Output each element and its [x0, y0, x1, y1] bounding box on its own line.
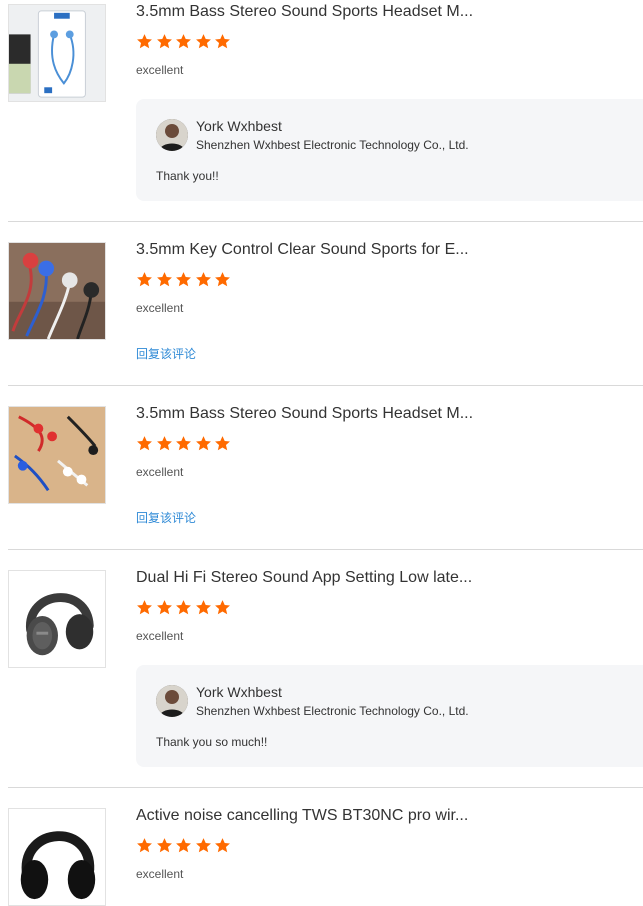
star-icon — [215, 600, 231, 615]
seller-name: York Wxhbest — [196, 684, 282, 700]
rating-text: excellent — [136, 629, 184, 643]
reply-text: Thank you!! — [156, 169, 219, 183]
review-item: Active noise cancelling TWS BT30NC pro w… — [0, 788, 643, 906]
product-thumbnail[interactable] — [8, 4, 106, 102]
star-rating — [136, 837, 234, 855]
colored-earphones-image — [9, 407, 105, 503]
rating-text: excellent — [136, 63, 184, 77]
product-title[interactable]: 3.5mm Key Control Clear Sound Sports for… — [136, 240, 636, 260]
avatar — [156, 685, 188, 717]
avatar — [156, 119, 188, 151]
reply-text: Thank you so much!! — [156, 735, 268, 749]
star-icon — [156, 34, 172, 49]
star-icon — [215, 436, 231, 451]
seller-name: York Wxhbest — [196, 118, 282, 134]
review-item: 3.5mm Bass Stereo Sound Sports Headset M… — [0, 0, 643, 222]
seller-reply: York Wxhbest Shenzhen Wxhbest Electronic… — [136, 665, 643, 767]
star-icon — [176, 272, 192, 287]
black-headphones-image — [9, 809, 105, 905]
review-item: Dual Hi Fi Stereo Sound App Setting Low … — [0, 550, 643, 788]
product-thumbnail[interactable] — [8, 406, 106, 504]
review-item: 3.5mm Key Control Clear Sound Sports for… — [0, 222, 643, 386]
star-rating — [136, 271, 234, 289]
star-icon — [156, 272, 172, 287]
star-icon — [137, 272, 152, 287]
review-item: 3.5mm Bass Stereo Sound Sports Headset M… — [0, 386, 643, 550]
star-icon — [156, 838, 172, 853]
star-icon — [195, 600, 211, 615]
product-thumbnail[interactable] — [8, 242, 106, 340]
star-icon — [137, 436, 152, 451]
star-icon — [176, 600, 192, 615]
star-icon — [215, 34, 231, 49]
star-icon — [215, 838, 231, 853]
product-title[interactable]: Active noise cancelling TWS BT30NC pro w… — [136, 806, 636, 826]
seller-company: Shenzhen Wxhbest Electronic Technology C… — [196, 138, 469, 152]
product-thumbnail[interactable] — [8, 808, 106, 906]
gray-headphones-image — [9, 571, 105, 667]
star-icon — [176, 436, 192, 451]
star-icon — [195, 436, 211, 451]
product-title[interactable]: 3.5mm Bass Stereo Sound Sports Headset M… — [136, 404, 636, 424]
product-title[interactable]: Dual Hi Fi Stereo Sound App Setting Low … — [136, 568, 636, 588]
star-rating — [136, 599, 234, 617]
star-icon — [156, 600, 172, 615]
star-icon — [156, 436, 172, 451]
reply-to-review-link[interactable]: 回复该评论 — [136, 347, 196, 361]
rating-text: excellent — [136, 465, 184, 479]
star-icon — [195, 272, 211, 287]
product-thumbnail[interactable] — [8, 570, 106, 668]
metal-earphones-image — [9, 243, 105, 339]
boxed-earphones-image — [9, 5, 105, 101]
reply-to-review-link[interactable]: 回复该评论 — [136, 511, 196, 525]
rating-text: excellent — [136, 301, 184, 315]
star-icon — [176, 34, 192, 49]
star-icon — [176, 838, 192, 853]
star-icon — [215, 272, 231, 287]
rating-text: excellent — [136, 867, 184, 881]
product-title[interactable]: 3.5mm Bass Stereo Sound Sports Headset M… — [136, 2, 636, 22]
seller-company: Shenzhen Wxhbest Electronic Technology C… — [196, 704, 469, 718]
star-icon — [195, 34, 211, 49]
star-icon — [137, 838, 152, 853]
star-rating — [136, 33, 234, 51]
seller-reply: York Wxhbest Shenzhen Wxhbest Electronic… — [136, 99, 643, 201]
star-icon — [137, 600, 152, 615]
star-icon — [137, 34, 152, 49]
star-icon — [195, 838, 211, 853]
star-rating — [136, 435, 234, 453]
